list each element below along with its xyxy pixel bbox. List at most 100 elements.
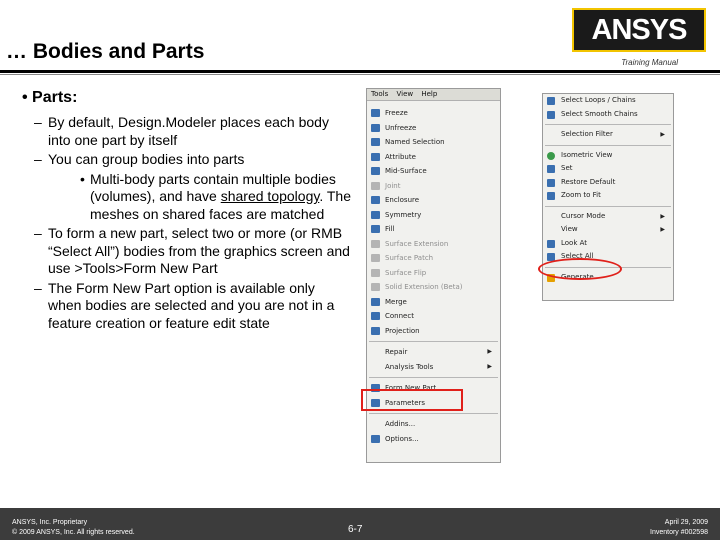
ctx-item-zoom-to-fit[interactable]: Zoom to Fit [543, 189, 673, 203]
menu-item-label: Symmetry [385, 210, 422, 219]
menu-item-named-selection[interactable]: Named Selection [367, 135, 500, 150]
menu-item-label: Options... [385, 434, 419, 443]
form-new-part-highlight [361, 389, 463, 411]
menu-item-enclosure[interactable]: Enclosure [367, 193, 500, 208]
ctx-item-cursor-mode[interactable]: Cursor Mode ▶ [543, 210, 673, 224]
ctx-item-restore-default[interactable]: Restore Default [543, 176, 673, 190]
logo-text: ANSYS [591, 14, 688, 46]
menu-item-label: Surface Extension [385, 239, 449, 248]
slide-footer: ANSYS, Inc. Proprietary © 2009 ANSYS, In… [0, 508, 720, 540]
menu-item-unfreeze[interactable]: Unfreeze [367, 121, 500, 136]
slide-content: • Parts: – By default, Design.Modeler pla… [22, 88, 352, 334]
menu-item-repair[interactable]: Repair ▶ [367, 345, 500, 360]
slide-title: … Bodies and Parts [6, 40, 205, 63]
ctx-item-label: Select Loops / Chains [561, 96, 636, 104]
mid-surface-icon [371, 167, 380, 175]
unfreeze-icon [371, 123, 380, 132]
menubar-help[interactable]: Help [421, 90, 437, 98]
menu-item-connect[interactable]: Connect [367, 309, 500, 324]
ctx-item-label: Zoom to Fit [561, 191, 601, 199]
submenu-arrow-icon: ▶ [660, 212, 665, 220]
zoom-to-fit-icon [547, 192, 555, 200]
menu-item-label: Unfreeze [385, 123, 417, 132]
submenu-arrow-icon: ▶ [660, 226, 665, 233]
training-manual-label: Training Manual [621, 58, 678, 67]
ctx-item-look-at[interactable]: Look At [543, 237, 673, 251]
footer-inventory: Inventory #002598 [650, 529, 708, 536]
bullet-text: To form a new part, select two or more (… [48, 225, 350, 276]
ctx-item-select-loops[interactable]: Select Loops / Chains [543, 94, 673, 108]
select-loops-icon [547, 97, 555, 105]
menu-item-label: Attribute [385, 152, 416, 161]
menu-separator [545, 144, 671, 146]
submenu-arrow-icon: ▶ [487, 348, 492, 355]
bullet-text: You can group bodies into parts [48, 151, 245, 167]
joint-icon [371, 181, 380, 190]
set-icon [547, 165, 555, 173]
menu-item-surface-extension[interactable]: Surface Extension [367, 237, 500, 252]
menu-separator [369, 377, 498, 378]
sub-bullet-item: • Multi-body parts contain multiple bodie… [22, 171, 352, 224]
menubar-tools[interactable]: Tools [371, 90, 388, 98]
menu-item-label: Named Selection [385, 138, 445, 146]
select-chains-icon [547, 110, 555, 119]
symmetry-icon [371, 210, 380, 219]
bullet-item: – To form a new part, select two or more … [22, 225, 352, 278]
merge-icon [371, 297, 380, 306]
menu-item-joint[interactable]: Joint [367, 179, 500, 194]
menu-item-fill[interactable]: Fill [367, 222, 500, 237]
dash-marker: – [34, 114, 42, 130]
ansys-logo: ANSYS [572, 8, 706, 52]
footer-proprietary: ANSYS, Inc. Proprietary [12, 519, 88, 526]
fill-icon [371, 225, 380, 233]
ctx-item-select-smooth-chains[interactable]: Select Smooth Chains [543, 108, 673, 122]
menu-separator [369, 341, 498, 342]
menu-item-attribute[interactable]: Attribute [367, 150, 500, 165]
select-all-highlight [538, 258, 622, 280]
bullet-item: – The Form New Part option is available o… [22, 280, 352, 333]
isometric-view-icon [547, 151, 555, 160]
shared-topology-link: shared topology [220, 188, 320, 204]
menu-item-projection[interactable]: Projection [367, 324, 500, 339]
menu-item-label: Projection [385, 326, 420, 335]
menu-item-merge[interactable]: Merge [367, 295, 500, 310]
ctx-item-label: Cursor Mode [561, 211, 606, 220]
bullet-text: By default, Design.Modeler places each b… [48, 114, 329, 148]
menu-item-symmetry[interactable]: Symmetry [367, 208, 500, 223]
ctx-item-label: Set [561, 164, 573, 172]
footer-date: April 29, 2009 [664, 519, 708, 526]
bullet-item: – By default, Design.Modeler places each … [22, 114, 352, 149]
ctx-item-label: Select Smooth Chains [561, 109, 638, 118]
menu-item-surface-flip[interactable]: Surface Flip [367, 266, 500, 281]
menu-item-label: Enclosure [385, 196, 420, 204]
surface-extension-icon [371, 239, 380, 248]
ctx-item-selection-filter[interactable]: Selection Filter ▶ [543, 128, 673, 142]
dot-marker: • [80, 170, 85, 187]
dash-marker: – [34, 151, 42, 167]
menu-item-freeze[interactable]: Freeze [367, 106, 500, 121]
options-icon [371, 434, 380, 443]
menu-separator [369, 413, 498, 414]
ctx-item-label: Look At [561, 238, 588, 247]
ctx-item-set[interactable]: Set [543, 162, 673, 176]
menu-item-surface-patch[interactable]: Surface Patch [367, 251, 500, 266]
menu-item-addins[interactable]: Addins... [367, 417, 500, 432]
menu-item-label: Surface Flip [385, 268, 427, 277]
menu-item-label: Surface Patch [385, 254, 434, 262]
freeze-icon [371, 109, 380, 117]
menu-item-options[interactable]: Options... [367, 432, 500, 447]
heading-text: Parts: [32, 89, 78, 106]
ctx-item-label: Selection Filter [561, 130, 613, 138]
menu-item-solid-extension[interactable]: Solid Extension (Beta) [367, 280, 500, 295]
look-at-icon [547, 239, 555, 248]
ctx-item-view[interactable]: View ▶ [543, 223, 673, 237]
solid-extension-icon [371, 283, 380, 291]
header-rule [0, 70, 720, 73]
ctx-item-isometric-view[interactable]: Isometric View [543, 149, 673, 163]
menubar-view[interactable]: View [396, 90, 413, 98]
menu-item-mid-surface[interactable]: Mid-Surface [367, 164, 500, 179]
menu-item-analysis-tools[interactable]: Analysis Tools ▶ [367, 360, 500, 375]
slide-header: … Bodies and Parts ANSYS Training Manual [0, 0, 720, 70]
menu-item-label: Repair [385, 348, 408, 356]
bullet-heading: • Parts: [22, 89, 78, 106]
